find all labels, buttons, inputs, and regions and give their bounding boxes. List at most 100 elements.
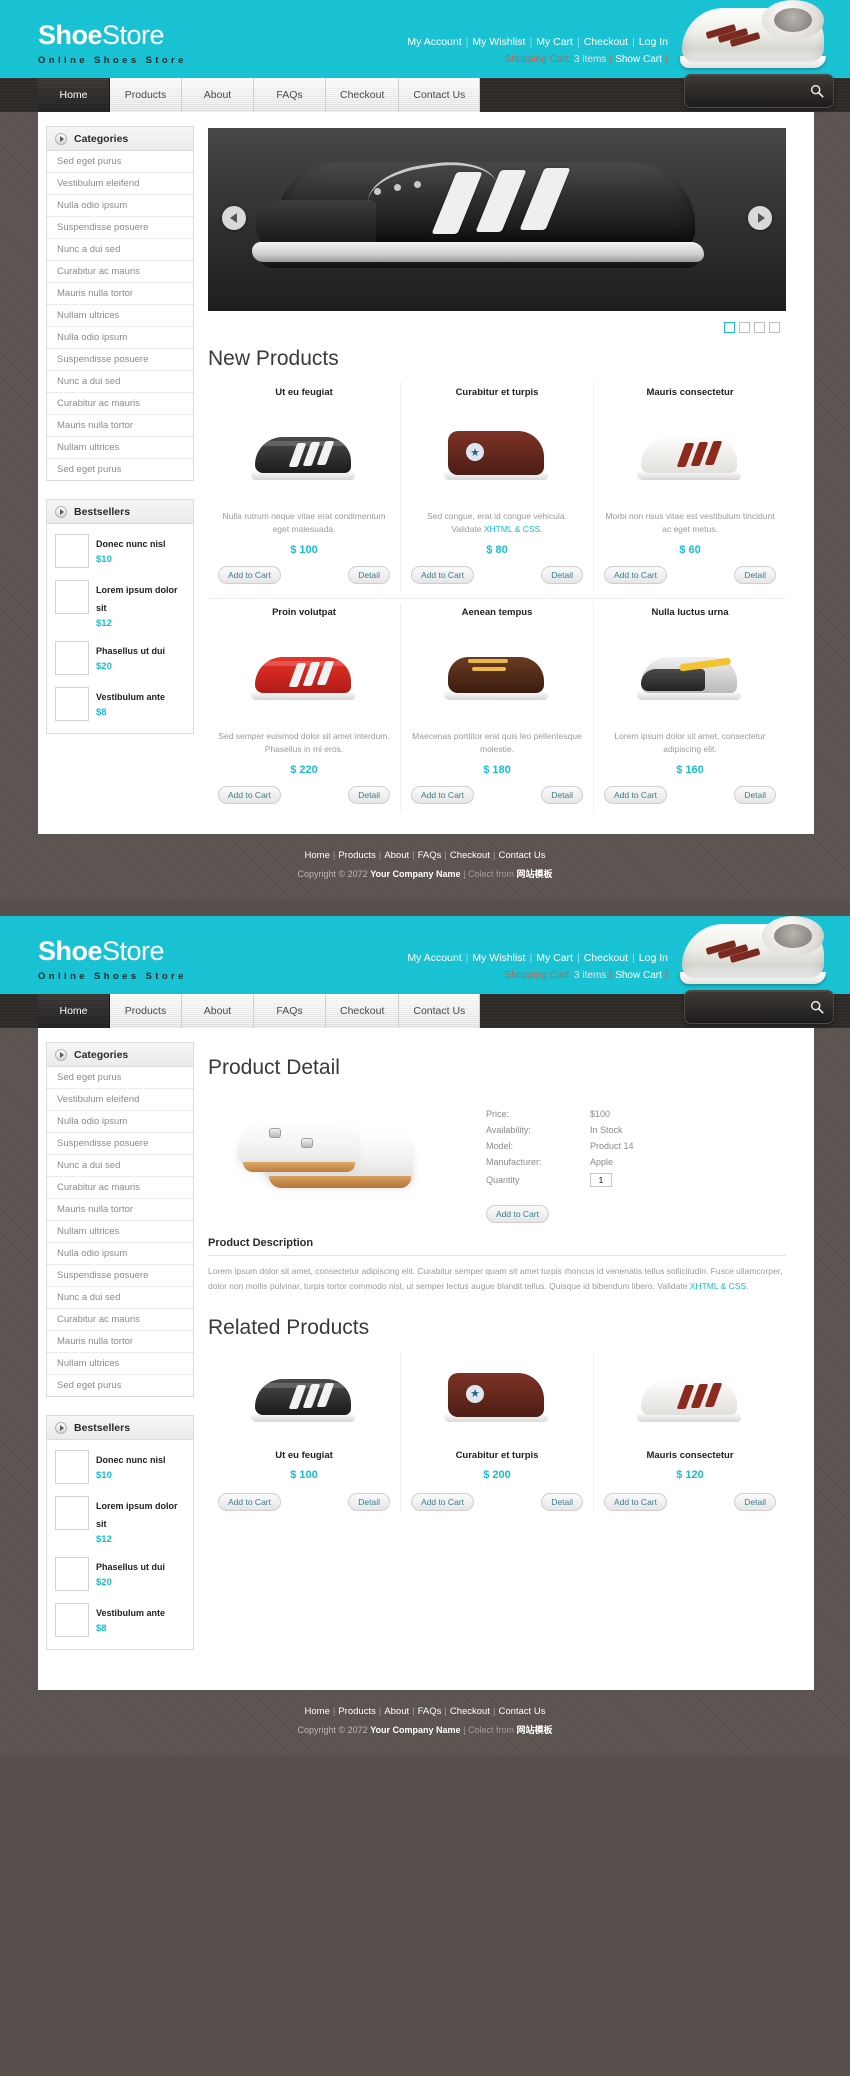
show-cart-link[interactable]: Show Cart — [615, 54, 662, 65]
show-cart-link[interactable]: Show Cart — [615, 970, 662, 981]
bestseller-item[interactable]: Vestibulum ante $8 — [47, 681, 193, 727]
category-item[interactable]: Nulla odio ipsum — [47, 195, 193, 217]
category-item[interactable]: Nunc a dui sed — [47, 1155, 193, 1177]
category-item[interactable]: Curabitur ac mauris — [47, 1309, 193, 1331]
footer-link-faqs[interactable]: FAQs — [418, 1706, 442, 1717]
add-to-cart-button[interactable]: Add to Cart — [604, 566, 667, 584]
add-to-cart-button[interactable]: Add to Cart — [604, 786, 667, 804]
footer-link-checkout[interactable]: Checkout — [450, 850, 490, 861]
quantity-input[interactable] — [590, 1173, 612, 1187]
add-to-cart-button[interactable]: Add to Cart — [218, 566, 281, 584]
bestseller-item[interactable]: Donec nunc nisl $10 — [47, 1444, 193, 1490]
hero-slider[interactable] — [208, 128, 786, 311]
nav-item-faqs[interactable]: FAQs — [254, 994, 326, 1028]
footer-link-home[interactable]: Home — [305, 850, 330, 861]
add-to-cart-button[interactable]: Add to Cart — [486, 1205, 549, 1223]
footer-link-about[interactable]: About — [384, 850, 409, 861]
footer-link-products[interactable]: Products — [338, 850, 376, 861]
nav-item-home[interactable]: Home — [38, 78, 110, 112]
category-item[interactable]: Mauris nulla tortor — [47, 415, 193, 437]
utility-link-checkout[interactable]: Checkout — [584, 36, 628, 48]
add-to-cart-button[interactable]: Add to Cart — [411, 786, 474, 804]
category-item[interactable]: Suspendisse posuere — [47, 349, 193, 371]
collect-source-link[interactable]: 网站模板 — [516, 869, 552, 879]
category-item[interactable]: Nullam ultrices — [47, 437, 193, 459]
xhtml-css-link[interactable]: XHTML & CSS — [690, 1281, 746, 1291]
nav-item-about[interactable]: About — [182, 994, 254, 1028]
category-item[interactable]: Suspendisse posuere — [47, 1133, 193, 1155]
category-item[interactable]: Nunc a dui sed — [47, 1287, 193, 1309]
site-logo[interactable]: ShoeStore Online Shoes Store — [38, 938, 187, 982]
category-item[interactable]: Nulla odio ipsum — [47, 1111, 193, 1133]
footer-link-home[interactable]: Home — [305, 1706, 330, 1717]
category-item[interactable]: Sed eget purus — [47, 1375, 193, 1396]
product-image[interactable]: ★ — [411, 408, 583, 504]
related-product-image[interactable] — [218, 1352, 390, 1444]
add-to-cart-button[interactable]: Add to Cart — [218, 786, 281, 804]
search-input[interactable] — [695, 83, 795, 101]
detail-button[interactable]: Detail — [541, 1492, 583, 1511]
collect-source-link[interactable]: 网站模板 — [516, 1725, 552, 1735]
bestseller-item[interactable]: Vestibulum ante $8 — [47, 1597, 193, 1643]
nav-item-about[interactable]: About — [182, 78, 254, 112]
search-input[interactable] — [695, 999, 795, 1017]
footer-link-contact-us[interactable]: Contact Us — [498, 850, 545, 861]
utility-link-my-account[interactable]: My Account — [407, 36, 461, 48]
nav-item-home[interactable]: Home — [38, 994, 110, 1028]
category-item[interactable]: Nullam ultrices — [47, 1353, 193, 1375]
detail-button[interactable]: Detail — [348, 786, 390, 804]
nav-item-checkout[interactable]: Checkout — [326, 78, 400, 112]
utility-link-my-wishlist[interactable]: My Wishlist — [472, 952, 525, 964]
category-item[interactable]: Nullam ultrices — [47, 305, 193, 327]
detail-button[interactable]: Detail — [734, 566, 776, 584]
category-item[interactable]: Sed eget purus — [47, 1067, 193, 1089]
category-item[interactable]: Curabitur ac mauris — [47, 393, 193, 415]
product-image[interactable] — [604, 408, 776, 504]
add-to-cart-button[interactable]: Add to Cart — [411, 566, 474, 584]
nav-item-contact-us[interactable]: Contact Us — [399, 78, 481, 112]
footer-link-contact-us[interactable]: Contact Us — [498, 1706, 545, 1717]
search-box[interactable] — [684, 74, 834, 108]
related-product-name[interactable]: Curabitur et turpis — [411, 1450, 583, 1461]
slider-dot-4[interactable] — [769, 322, 780, 333]
add-to-cart-button[interactable]: Add to Cart — [411, 1492, 474, 1511]
category-item[interactable]: Vestibulum eleifend — [47, 1089, 193, 1111]
related-product-image[interactable]: ★ — [411, 1352, 583, 1444]
related-product-name[interactable]: Mauris consectetur — [604, 1450, 776, 1461]
product-name[interactable]: Nulla luctus urna — [604, 607, 776, 618]
category-item[interactable]: Sed eget purus — [47, 151, 193, 173]
related-product-image[interactable] — [604, 1352, 776, 1444]
category-item[interactable]: Suspendisse posuere — [47, 217, 193, 239]
nav-item-products[interactable]: Products — [110, 994, 182, 1028]
bestseller-item[interactable]: Donec nunc nisl $10 — [47, 528, 193, 574]
category-item[interactable]: Mauris nulla tortor — [47, 1331, 193, 1353]
utility-link-my-cart[interactable]: My Cart — [536, 36, 573, 48]
nav-item-products[interactable]: Products — [110, 78, 182, 112]
utility-link-my-cart[interactable]: My Cart — [536, 952, 573, 964]
product-detail-image[interactable] — [208, 1092, 468, 1223]
category-item[interactable]: Nulla odio ipsum — [47, 1243, 193, 1265]
footer-link-products[interactable]: Products — [338, 1706, 376, 1717]
slider-prev-button[interactable] — [222, 206, 246, 230]
utility-link-log-in[interactable]: Log In — [639, 952, 668, 964]
site-logo[interactable]: ShoeStore Online Shoes Store — [38, 22, 187, 66]
category-item[interactable]: Vestibulum eleifend — [47, 173, 193, 195]
category-item[interactable]: Nunc a dui sed — [47, 239, 193, 261]
category-item[interactable]: Curabitur ac mauris — [47, 261, 193, 283]
detail-button[interactable]: Detail — [734, 1492, 776, 1511]
nav-item-checkout[interactable]: Checkout — [326, 994, 400, 1028]
slider-dot-1[interactable] — [724, 322, 735, 333]
product-image[interactable] — [218, 408, 390, 504]
detail-button[interactable]: Detail — [734, 786, 776, 804]
product-name[interactable]: Mauris consectetur — [604, 387, 776, 398]
search-icon[interactable] — [810, 1000, 824, 1014]
add-to-cart-button[interactable]: Add to Cart — [218, 1492, 281, 1511]
utility-link-my-account[interactable]: My Account — [407, 952, 461, 964]
detail-button[interactable]: Detail — [541, 786, 583, 804]
category-item[interactable]: Nullam ultrices — [47, 1221, 193, 1243]
xhtml-css-link[interactable]: XHTML & CSS — [484, 524, 540, 534]
category-item[interactable]: Suspendisse posuere — [47, 1265, 193, 1287]
category-item[interactable]: Curabitur ac mauris — [47, 1177, 193, 1199]
utility-link-log-in[interactable]: Log In — [639, 36, 668, 48]
add-to-cart-button[interactable]: Add to Cart — [604, 1492, 667, 1511]
